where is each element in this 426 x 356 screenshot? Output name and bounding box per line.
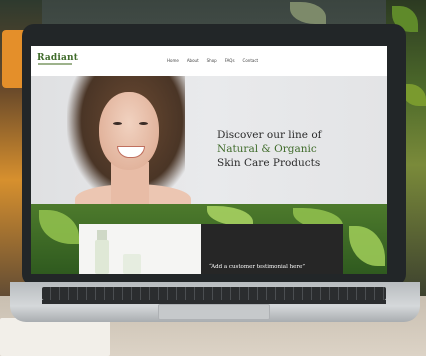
model-eye bbox=[113, 122, 122, 125]
hero-line3: Skin Care Products bbox=[217, 157, 321, 169]
nav-contact[interactable]: Contact bbox=[243, 58, 259, 63]
nav-shop[interactable]: Shop bbox=[207, 58, 217, 63]
logo-tagline bbox=[38, 63, 72, 65]
model-face bbox=[99, 92, 159, 170]
nav-faqs[interactable]: FAQs bbox=[225, 58, 235, 63]
hero-line2: Natural & Organic bbox=[217, 143, 317, 155]
site-logo[interactable]: Radiant bbox=[37, 53, 78, 63]
laptop-keyboard bbox=[42, 287, 386, 300]
hero-line1: Discover our line of bbox=[217, 129, 322, 141]
laptop-trackpad bbox=[158, 304, 270, 320]
product-jar bbox=[123, 254, 141, 274]
hero-headline: Discover our line of Natural & Organic S… bbox=[217, 128, 322, 170]
notebook-paper bbox=[0, 318, 110, 356]
product-bottle-pump bbox=[97, 230, 107, 240]
background-leaf bbox=[290, 2, 326, 24]
nav-home[interactable]: Home bbox=[167, 58, 179, 63]
nav-links: Home About Shop FAQs Contact bbox=[167, 58, 258, 63]
testimonial-quote: “Add a customer testimonial here” bbox=[209, 264, 306, 270]
model-eye bbox=[139, 122, 148, 125]
site-navbar: Radiant Home About Shop FAQs Contact bbox=[31, 46, 387, 76]
product-bottle bbox=[95, 240, 109, 274]
nav-about[interactable]: About bbox=[187, 58, 199, 63]
laptop-screen: Radiant Home About Shop FAQs Contact Dis… bbox=[31, 46, 387, 274]
hero-section bbox=[31, 76, 387, 214]
